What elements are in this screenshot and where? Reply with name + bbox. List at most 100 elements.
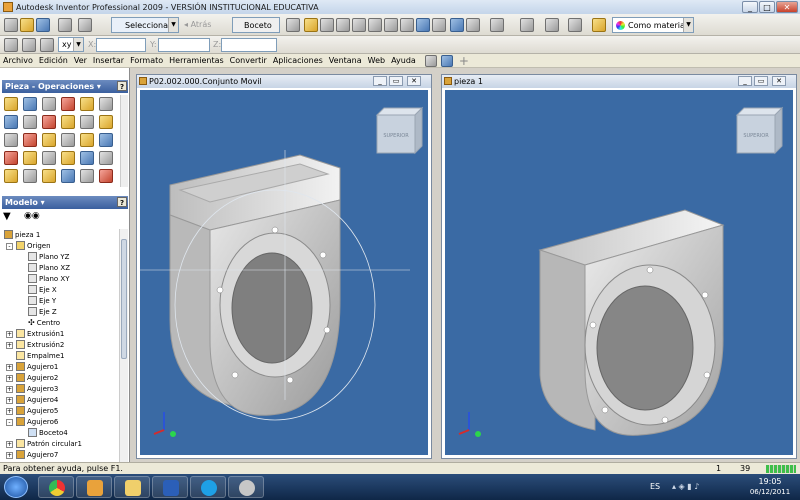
menu-ver[interactable]: Ver <box>71 56 90 65</box>
feature-tool-icon[interactable] <box>4 115 18 129</box>
feature-tool-icon[interactable] <box>61 115 75 129</box>
add-icon[interactable]: + <box>459 54 469 68</box>
tree-node[interactable]: Plano XZ <box>28 262 70 273</box>
update-icon[interactable] <box>286 18 300 32</box>
feature-tool-icon[interactable] <box>61 97 75 111</box>
menu-ayuda[interactable]: Ayuda <box>388 56 419 65</box>
binoculars-icon[interactable]: ◉◉ <box>24 211 40 221</box>
document-window-assembly[interactable]: P02.002.000.Conjunto Movil _ ▭ ✕ SUPERIO… <box>136 74 432 459</box>
expand-toggle[interactable]: + <box>6 397 13 404</box>
view-cube-top[interactable] <box>375 107 424 116</box>
document-window-part[interactable]: pieza 1 _ ▭ ✕ SUPERIOR <box>441 74 797 459</box>
tree-node[interactable]: Extrusión1 <box>16 328 64 339</box>
scrollbar-thumb[interactable] <box>121 239 127 359</box>
help-icon[interactable] <box>424 54 437 67</box>
menu-convertir[interactable]: Convertir <box>227 56 270 65</box>
tree-node[interactable]: Patrón circular1 <box>16 438 82 449</box>
tree-node[interactable]: Plano YZ <box>28 251 69 262</box>
tree-node[interactable]: Plano XY <box>28 273 69 284</box>
ortho-camera-icon[interactable] <box>466 18 480 32</box>
expand-toggle[interactable]: + <box>6 452 13 459</box>
model-help-icon[interactable]: ? <box>117 197 127 207</box>
taskbar-chrome[interactable] <box>38 476 74 498</box>
tree-node[interactable]: Eje X <box>28 284 57 295</box>
doc-minimize-button[interactable]: _ <box>373 76 387 86</box>
menu-web[interactable]: Web <box>365 56 388 65</box>
look-at-icon[interactable] <box>400 18 414 32</box>
graphics-viewport[interactable]: SUPERIOR <box>140 90 428 455</box>
open-file-icon[interactable] <box>20 18 34 32</box>
clock-date[interactable]: 06/12/2011 <box>745 488 795 496</box>
orbit-icon[interactable] <box>384 18 398 32</box>
feature-tool-icon[interactable] <box>99 151 113 165</box>
taskbar-explorer[interactable] <box>114 476 150 498</box>
features-scrollbar[interactable] <box>120 95 128 187</box>
model-view[interactable]: SUPERIOR <box>140 90 430 457</box>
feature-tool-icon[interactable] <box>42 169 56 183</box>
snap-icon[interactable] <box>22 38 36 52</box>
section-icon[interactable] <box>520 18 534 32</box>
feature-tool-icon[interactable] <box>42 133 56 147</box>
tools-icon[interactable] <box>440 54 453 67</box>
color-icon[interactable] <box>592 18 606 32</box>
feature-tool-icon[interactable] <box>80 133 94 147</box>
feature-tool-icon[interactable] <box>61 151 75 165</box>
taskbar-inventor[interactable] <box>76 476 112 498</box>
feature-tool-icon[interactable] <box>99 133 113 147</box>
tree-node[interactable]: Agujero7 <box>16 449 58 460</box>
taskbar-app[interactable] <box>228 476 264 498</box>
zoom-window-icon[interactable] <box>352 18 366 32</box>
filter-icon[interactable]: ▼ <box>3 211 11 222</box>
browser-scrollbar[interactable] <box>119 229 128 462</box>
view-cube-side[interactable] <box>414 106 423 155</box>
feature-tool-icon[interactable] <box>23 97 37 111</box>
tree-node[interactable]: Agujero4 <box>16 394 58 405</box>
menu-insertar[interactable]: Insertar <box>90 56 127 65</box>
measure-icon[interactable] <box>304 18 318 32</box>
tree-node[interactable]: Eje Z <box>28 306 57 317</box>
expand-toggle[interactable]: + <box>6 441 13 448</box>
new-file-icon[interactable] <box>4 18 18 32</box>
feature-tool-icon[interactable] <box>23 133 37 147</box>
undo-icon[interactable] <box>58 18 72 32</box>
tree-node[interactable]: pieza 1 <box>4 229 40 240</box>
feature-tool-icon[interactable] <box>4 133 18 147</box>
doc-close-button[interactable]: ✕ <box>772 76 786 86</box>
sketch-button[interactable]: Boceto <box>232 17 280 33</box>
feature-tool-icon[interactable] <box>4 97 18 111</box>
feature-tool-icon[interactable] <box>4 151 18 165</box>
doc-close-button[interactable]: ✕ <box>407 76 421 86</box>
feature-tool-icon[interactable] <box>42 151 56 165</box>
wireframe-display-icon[interactable] <box>450 18 464 32</box>
doc-minimize-button[interactable]: _ <box>738 76 752 86</box>
back-button[interactable]: ◂ Atrás <box>184 20 211 29</box>
feature-tool-icon[interactable] <box>23 169 37 183</box>
shaded-display-icon[interactable] <box>432 18 446 32</box>
z-coordinate-field[interactable] <box>221 38 277 52</box>
menu-archivo[interactable]: Archivo <box>0 56 36 65</box>
tree-node[interactable]: Origen <box>16 240 51 251</box>
tree-node[interactable]: Agujero5 <box>16 405 58 416</box>
clock-time[interactable]: 19:05 <box>745 477 795 486</box>
graphics-viewport[interactable]: SUPERIOR <box>445 90 793 455</box>
model-view[interactable]: SUPERIOR <box>445 90 795 457</box>
menu-edicion[interactable]: Edición <box>36 56 71 65</box>
features-help-icon[interactable]: ? <box>117 81 127 91</box>
redo-icon[interactable] <box>78 18 92 32</box>
start-button-icon[interactable] <box>4 476 28 498</box>
tray-icons[interactable]: ▴ ◈ ▮ ♪ <box>672 482 699 491</box>
expand-toggle[interactable]: + <box>6 331 13 338</box>
feature-tool-icon[interactable] <box>42 97 56 111</box>
doc-restore-button[interactable]: ▭ <box>754 76 768 86</box>
save-icon[interactable] <box>36 18 50 32</box>
feature-tool-icon[interactable] <box>23 115 37 129</box>
zoom-icon[interactable] <box>336 18 350 32</box>
feature-tool-icon[interactable] <box>23 151 37 165</box>
view-cube-side[interactable] <box>774 106 783 155</box>
menu-formato[interactable]: Formato <box>127 56 166 65</box>
feature-tool-icon[interactable] <box>42 115 56 129</box>
zoom-all-icon[interactable] <box>368 18 382 32</box>
taskbar-skype[interactable] <box>190 476 226 498</box>
tree-node[interactable]: Eje Y <box>28 295 56 306</box>
inventor-app-icon[interactable] <box>3 2 13 12</box>
